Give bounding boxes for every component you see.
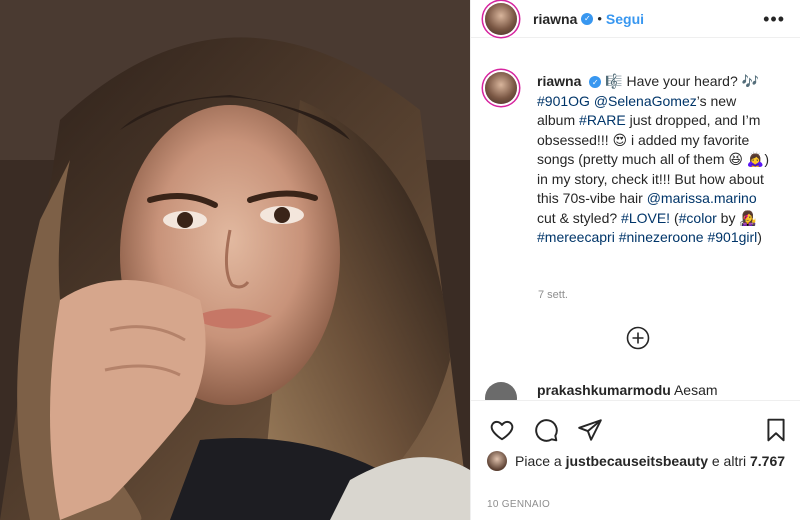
- caption-segment: ): [757, 229, 762, 245]
- commenter-avatar[interactable]: [485, 382, 517, 400]
- plus-circle-icon[interactable]: [626, 326, 650, 350]
- liker-username[interactable]: justbecauseitsbeauty: [566, 453, 708, 469]
- caption-link[interactable]: #color: [679, 210, 717, 226]
- caption-username[interactable]: riawna: [537, 73, 581, 89]
- likes-middle: e altri: [707, 453, 750, 469]
- follow-button[interactable]: Segui: [606, 11, 644, 27]
- caption-link[interactable]: @SelenaGomez: [594, 93, 697, 109]
- caption-link[interactable]: @marissa.marino: [647, 190, 757, 206]
- post-details-panel: riawna ✓ • Segui ••• riawna ✓ 🎼 Have you…: [470, 0, 800, 520]
- heart-icon[interactable]: [489, 417, 515, 443]
- caption-link[interactable]: #mereecapri: [537, 229, 615, 245]
- post-actions: Piace a justbecauseitsbeauty e altri 7.7…: [471, 400, 800, 520]
- liker-avatar[interactable]: [487, 451, 507, 471]
- post-date: 10 GENNAIO: [487, 499, 551, 510]
- likes-count[interactable]: 7.767: [750, 453, 785, 469]
- caption-comment: riawna ✓ 🎼 Have your heard? 🎶 #901OG @Se…: [485, 72, 785, 248]
- caption-segment: cut & styled?: [537, 209, 622, 226]
- caption-link[interactable]: #901girl: [707, 229, 757, 245]
- commenter-username[interactable]: prakashkumarmodu: [537, 382, 671, 398]
- author-username[interactable]: riawna: [533, 11, 577, 27]
- comment-body: Aesam: [673, 382, 718, 398]
- caption-link[interactable]: #901OG: [537, 93, 590, 109]
- likes-prefix: Piace a: [515, 453, 566, 469]
- caption-text: riawna ✓ 🎼 Have your heard? 🎶 #901OG @Se…: [537, 72, 777, 248]
- caption-link[interactable]: #LOVE!: [621, 210, 670, 226]
- more-icon[interactable]: •••: [763, 9, 785, 30]
- bookmark-icon[interactable]: [763, 417, 789, 443]
- post-header: riawna ✓ • Segui •••: [471, 0, 800, 38]
- separator-dot: •: [597, 11, 602, 26]
- caption-segment: 🎼 Have your heard? 🎶: [605, 73, 760, 89]
- caption-link[interactable]: #RARE: [579, 112, 626, 128]
- likes-summary: Piace a justbecauseitsbeauty e altri 7.7…: [487, 451, 787, 471]
- verified-badge-icon: ✓: [581, 12, 594, 25]
- portrait-illustration: [0, 0, 470, 520]
- caption-segment: by 👩‍🎤: [716, 209, 757, 226]
- caption-time: 7 sett.: [538, 289, 568, 301]
- comment-row: prakashkumarmodu Aesam: [485, 382, 785, 400]
- caption-segment: (: [670, 209, 679, 226]
- post-photo[interactable]: [0, 0, 470, 520]
- author-avatar[interactable]: [485, 2, 517, 35]
- caption-author-avatar[interactable]: [485, 72, 517, 104]
- caption-body: 🎼 Have your heard? 🎶 #901OG @SelenaGomez…: [537, 73, 769, 245]
- comment-icon[interactable]: [533, 417, 559, 443]
- verified-badge-icon: ✓: [589, 76, 602, 89]
- share-icon[interactable]: [577, 417, 603, 443]
- comment-text: prakashkumarmodu Aesam: [537, 382, 718, 400]
- caption-link[interactable]: #ninezeroone: [619, 229, 704, 245]
